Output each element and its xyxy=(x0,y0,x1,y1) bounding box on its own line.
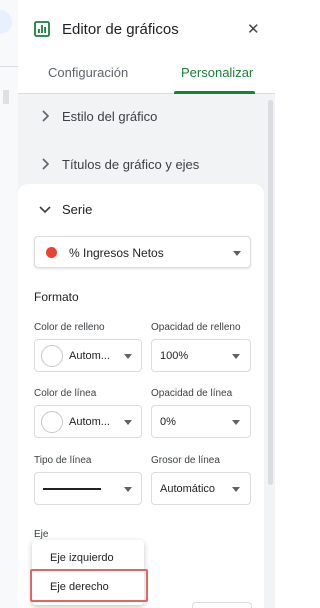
serie-section-card: Serie % Ingresos Netos Formato Color de … xyxy=(18,184,264,608)
fill-opacity-value: 100% xyxy=(160,350,189,362)
color-swatch xyxy=(41,345,63,367)
line-width-label: Grosor de línea xyxy=(151,455,220,466)
line-type-select[interactable] xyxy=(34,472,142,505)
axis-option-left[interactable]: Eje izquierdo xyxy=(32,544,144,572)
panel-title: Editor de gráficos xyxy=(62,21,179,38)
dropdown-arrow-icon xyxy=(232,354,240,359)
axis-dropdown-menu: Eje izquierdo Eje derecho xyxy=(32,540,144,605)
line-type-label: Tipo de línea xyxy=(34,455,92,466)
series-select-value: % Ingresos Netos xyxy=(69,246,164,260)
scrollbar-thumb[interactable] xyxy=(268,100,273,485)
avatar-fragment xyxy=(0,10,12,34)
line-width-value: Automático xyxy=(160,483,216,495)
series-select[interactable]: % Ingresos Netos xyxy=(34,236,251,268)
color-swatch xyxy=(41,411,63,433)
chevron-right-icon xyxy=(42,110,50,122)
line-color-label: Color de línea xyxy=(34,388,97,399)
chevron-down-icon xyxy=(39,206,51,214)
chart-editor-panel: Editor de gráficos ✕ Configuración Perso… xyxy=(18,8,275,608)
dropdown-arrow-icon xyxy=(124,420,132,425)
line-opacity-label: Opacidad de línea xyxy=(151,388,233,399)
dropdown-arrow-icon xyxy=(232,487,240,492)
line-opacity-select[interactable]: 0% xyxy=(151,405,251,438)
dropdown-arrow-icon xyxy=(232,420,240,425)
divider xyxy=(0,66,18,67)
field-fragment xyxy=(192,602,252,608)
axis-option-label: Eje derecho xyxy=(50,581,109,593)
axis-label: Eje xyxy=(34,529,49,540)
tab-bar: Configuración Personalizar xyxy=(18,54,275,94)
line-color-picker[interactable]: Autom... xyxy=(34,405,142,438)
series-color-dot xyxy=(46,247,57,258)
dropdown-arrow-icon xyxy=(233,251,241,256)
fill-color-label: Color de relleno xyxy=(34,322,105,333)
section-estilo-del-grafico[interactable]: Estilo del gráfico xyxy=(18,94,268,140)
formato-heading: Formato xyxy=(34,290,79,304)
line-opacity-value: 0% xyxy=(160,416,176,428)
section-label: Títulos de gráfico y ejes xyxy=(62,157,200,172)
line-color-value: Autom... xyxy=(69,416,110,428)
tab-personalizar[interactable]: Personalizar xyxy=(181,65,253,80)
fill-color-value: Autom... xyxy=(69,350,110,362)
dropdown-arrow-icon xyxy=(124,487,132,492)
panel-header: Editor de gráficos ✕ xyxy=(18,8,275,54)
section-label: Estilo del gráfico xyxy=(62,109,158,124)
section-titulos-grafico-ejes[interactable]: Títulos de gráfico y ejes xyxy=(18,142,268,188)
close-icon[interactable]: ✕ xyxy=(247,20,260,38)
fill-color-picker[interactable]: Autom... xyxy=(34,339,142,372)
axis-option-label: Eje izquierdo xyxy=(50,552,114,564)
section-label: Serie xyxy=(62,202,93,217)
cell-fragment xyxy=(3,90,9,104)
line-type-sample xyxy=(43,488,101,490)
chevron-right-icon xyxy=(42,158,50,170)
tab-configuracion[interactable]: Configuración xyxy=(48,65,128,80)
background-sheet-edge xyxy=(0,0,18,608)
fill-opacity-select[interactable]: 100% xyxy=(151,339,251,372)
section-serie[interactable]: Serie xyxy=(18,192,264,224)
line-width-select[interactable]: Automático xyxy=(151,472,251,505)
chart-icon xyxy=(34,21,50,37)
fill-opacity-label: Opacidad de relleno xyxy=(151,322,241,333)
dropdown-arrow-icon xyxy=(124,354,132,359)
axis-option-right[interactable]: Eje derecho xyxy=(32,573,144,601)
